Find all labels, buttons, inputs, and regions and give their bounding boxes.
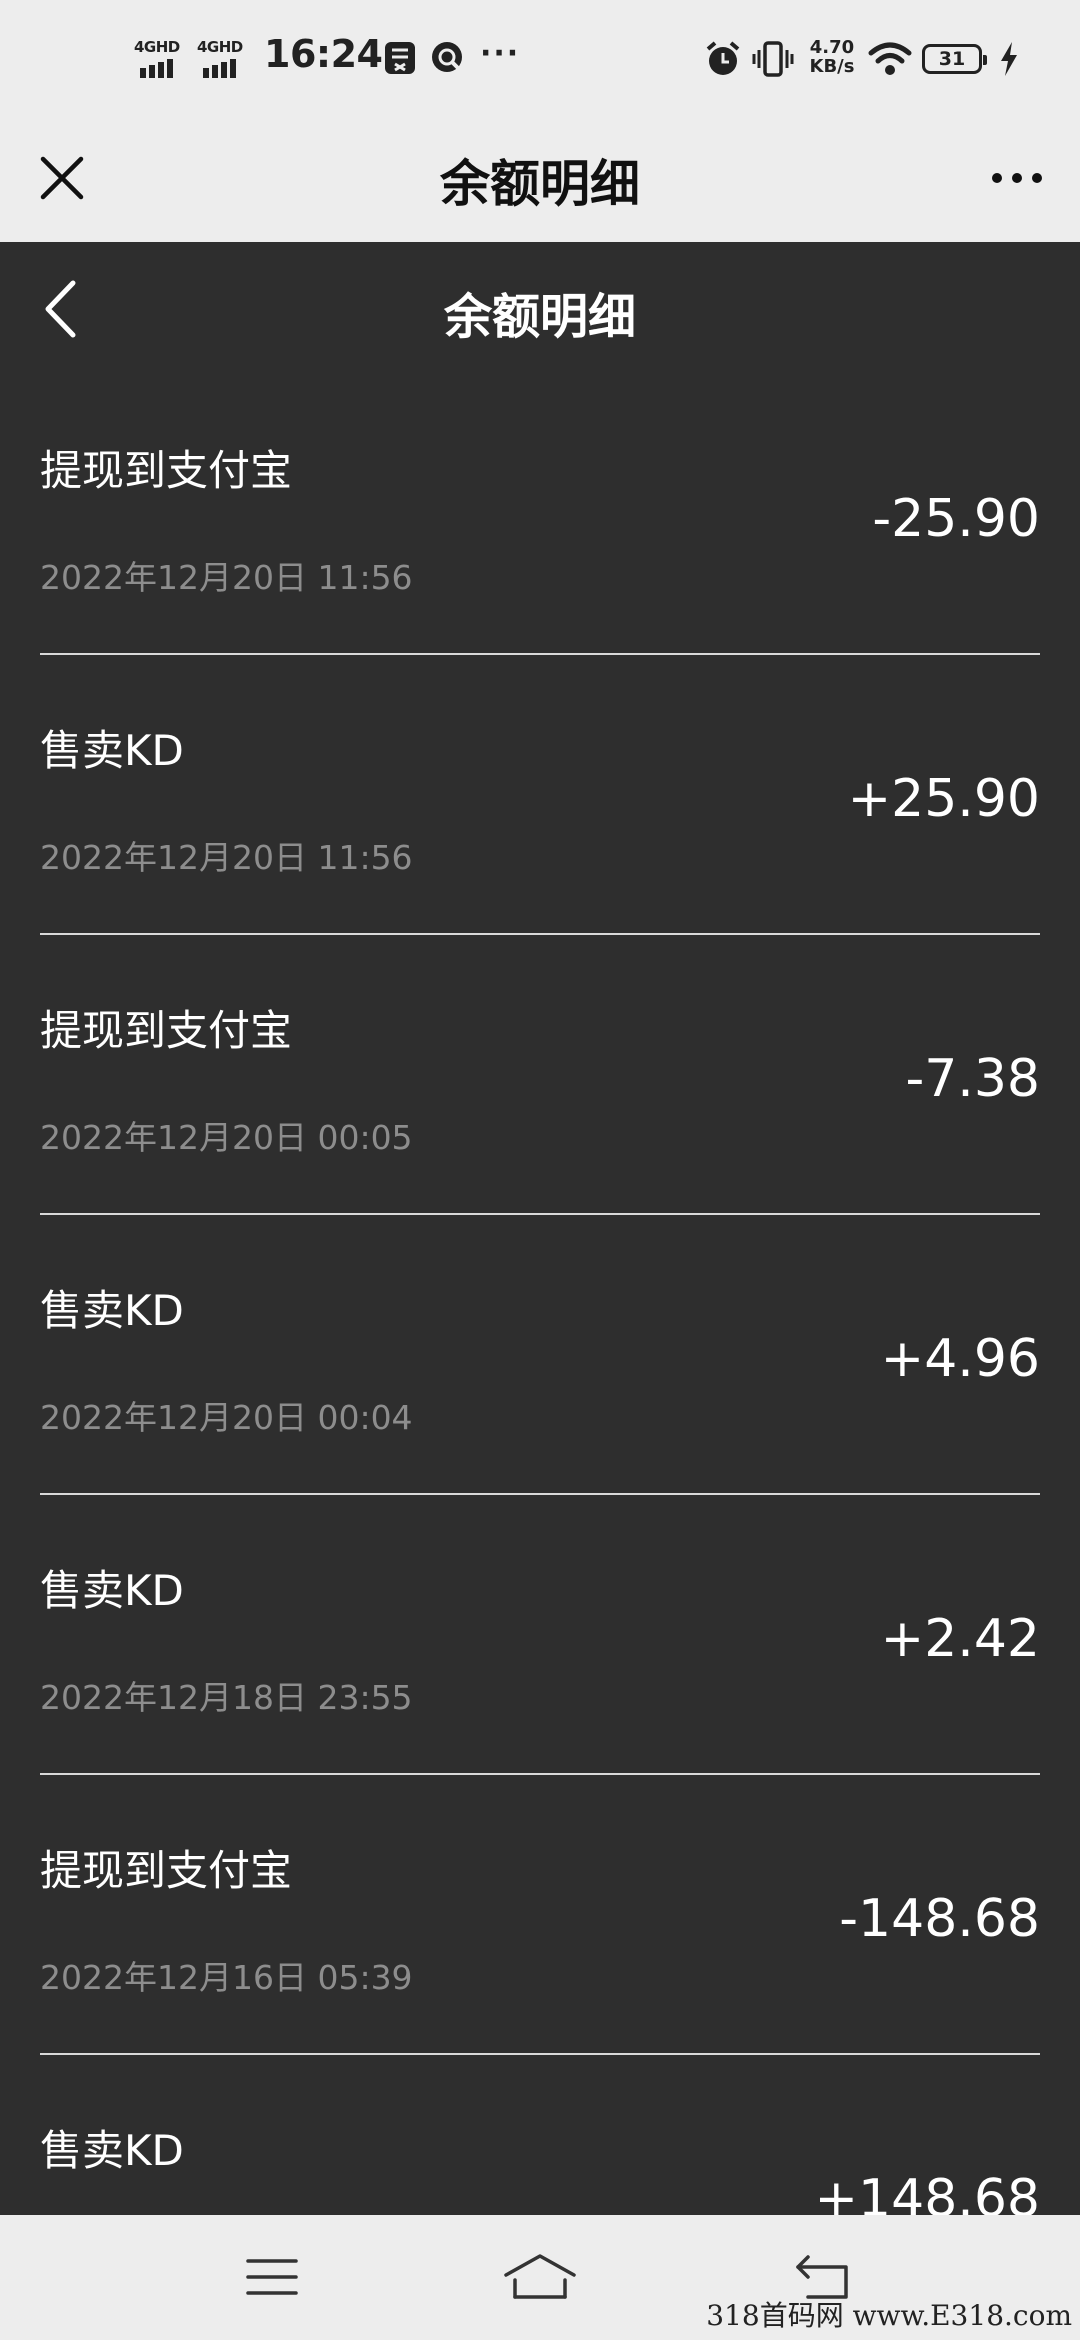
transaction-title: 售卖KD — [40, 1566, 184, 1615]
wifi-icon — [868, 42, 912, 75]
transaction-amount: +148.68 — [814, 2169, 1040, 2215]
transaction-title: 提现到支付宝 — [40, 1006, 293, 1055]
network-speed-unit: KB/s — [809, 56, 855, 77]
transaction-row[interactable]: 提现到支付宝 2022年12月16日 05:39 -148.68 — [40, 1775, 1040, 2055]
signal-bars-icon — [203, 59, 236, 78]
transaction-amount: +4.96 — [880, 1329, 1040, 1389]
more-button[interactable] — [982, 146, 1052, 210]
transaction-title: 提现到支付宝 — [40, 1846, 293, 1895]
transaction-date: 2022年12月16日 05:39 — [40, 1958, 413, 1997]
transaction-date: 2022年12月20日 11:56 — [40, 838, 413, 877]
transaction-list[interactable]: 提现到支付宝 2022年12月20日 11:56 -25.90 售卖KD 202… — [0, 375, 1080, 2215]
transaction-row[interactable]: 售卖KD 2022年12月20日 00:04 +4.96 — [40, 1215, 1040, 1495]
transaction-date: 2022年12月20日 00:05 — [40, 1118, 413, 1157]
top-bar-title: 余额明细 — [440, 155, 640, 213]
notification-app-icon — [385, 42, 415, 74]
network-speed-value: 4.70 — [809, 37, 855, 58]
network-speed: 4.70 KB/s — [804, 38, 860, 76]
transaction-title: 提现到支付宝 — [40, 446, 293, 495]
transaction-row[interactable]: 售卖KD 2022年12月20日 11:56 +25.90 — [40, 655, 1040, 935]
transaction-row[interactable]: 提现到支付宝 2022年12月20日 00:05 -7.38 — [40, 935, 1040, 1215]
signal-bars-icon — [140, 59, 173, 78]
navigation-bar: 318首码网 www.E318.com — [0, 2215, 1080, 2340]
signal-2: 4GHD — [197, 38, 259, 80]
menu-button[interactable] — [232, 2237, 312, 2317]
home-icon — [504, 2254, 576, 2299]
page-title: 余额明细 — [443, 289, 636, 345]
transaction-row[interactable]: 提现到支付宝 2022年12月20日 11:56 -25.90 — [40, 375, 1040, 655]
transaction-date: 2022年12月20日 00:04 — [40, 1398, 413, 1437]
transaction-amount: +2.42 — [880, 1609, 1040, 1669]
vibrate-icon — [752, 41, 794, 77]
transaction-amount: +25.90 — [847, 769, 1040, 829]
close-icon — [40, 156, 84, 200]
status-more-dots: ··· — [480, 36, 521, 71]
watermark: 318首码网 www.E318.com — [706, 2299, 1072, 2332]
transaction-amount: -25.90 — [872, 489, 1040, 549]
notification-search-icon — [432, 42, 462, 72]
battery-level: 31 — [938, 48, 966, 70]
alarm-icon — [706, 41, 740, 75]
close-button[interactable] — [30, 146, 94, 210]
signal-1-label: 4GHD — [134, 38, 180, 56]
transaction-title: 售卖KD — [40, 1286, 184, 1335]
signal-2-label: 4GHD — [197, 38, 243, 56]
battery-icon: 31 — [922, 44, 987, 74]
transaction-amount: -148.68 — [839, 1889, 1040, 1949]
transaction-row[interactable]: 售卖KD +148.68 — [40, 2055, 1040, 2215]
signal-1: 4GHD — [134, 38, 196, 80]
menu-lines-icon — [246, 2259, 298, 2295]
transaction-date: 2022年12月20日 11:56 — [40, 558, 413, 597]
status-bar: 4GHD 4GHD 16:24 ··· 4.70 KB/s 31 — [0, 0, 1080, 118]
transaction-row[interactable]: 售卖KD 2022年12月18日 23:55 +2.42 — [40, 1495, 1040, 1775]
more-dots-icon — [992, 173, 1002, 183]
transaction-amount: -7.38 — [905, 1049, 1040, 1109]
charging-icon — [1001, 42, 1017, 76]
transaction-date: 2022年12月18日 23:55 — [40, 1678, 413, 1717]
status-time: 16:24 — [264, 32, 383, 76]
top-bar: 余额明细 — [0, 118, 1080, 242]
transaction-title: 售卖KD — [40, 2126, 184, 2175]
home-button[interactable] — [500, 2237, 580, 2317]
page-header: 余额明细 — [0, 242, 1080, 380]
transaction-title: 售卖KD — [40, 726, 184, 775]
